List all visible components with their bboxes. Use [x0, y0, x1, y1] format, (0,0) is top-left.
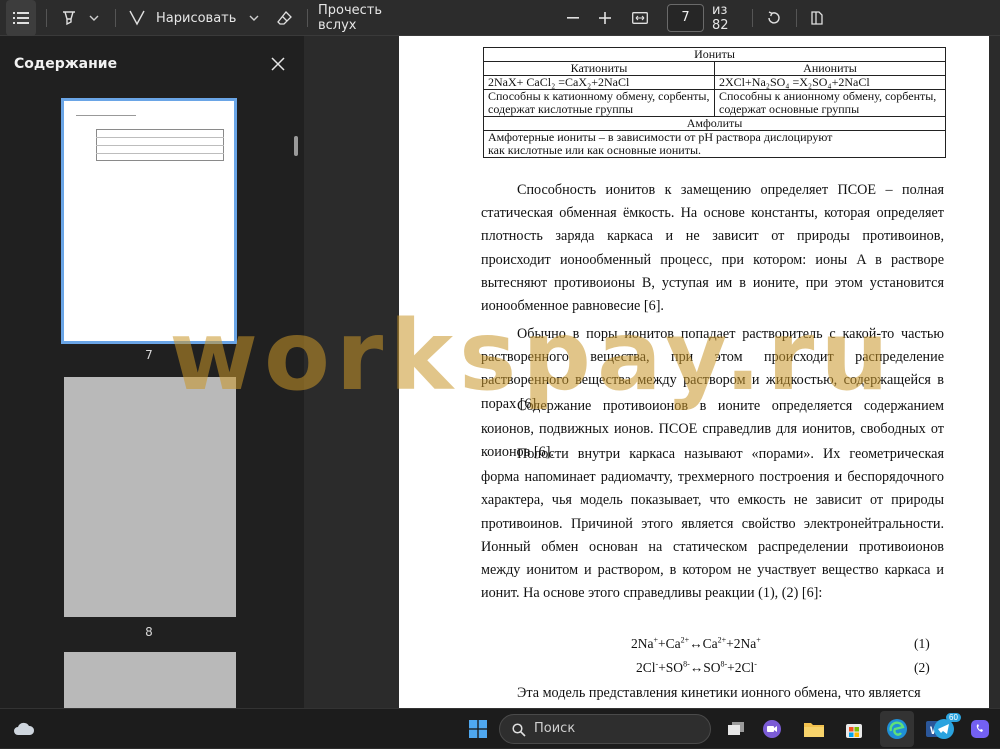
draw-options-button[interactable]	[244, 0, 264, 36]
fit-width-button[interactable]	[626, 0, 654, 36]
toolbar-divider	[307, 9, 308, 27]
formula-number: (1)	[914, 636, 930, 651]
video-chat-icon	[763, 720, 781, 738]
table-cell: Способны к катионному обмену, сорбенты, …	[483, 89, 715, 117]
eraser-button[interactable]	[272, 0, 298, 36]
toolbar-divider	[46, 9, 47, 27]
minus-icon	[567, 17, 579, 19]
sidebar-scrollbar[interactable]	[294, 136, 298, 156]
read-aloud-button[interactable]: Прочесть вслух	[318, 0, 422, 36]
page-thumbnail-number: 7	[145, 348, 153, 362]
contents-panel: Содержание 7 8	[0, 36, 304, 708]
task-view-button[interactable]	[720, 709, 752, 749]
fit-width-icon	[632, 12, 648, 24]
contents-title: Содержание	[14, 56, 118, 72]
toolbar-divider	[752, 9, 753, 27]
page-thumbnail-9[interactable]	[64, 652, 236, 708]
table-cell: 2NaX+ CaCl₂ =CaX₂+2NaCl	[483, 75, 715, 90]
task-view-icon	[728, 722, 744, 735]
chevron-down-icon	[89, 15, 99, 21]
page-thumbnail-number: 8	[145, 625, 153, 639]
video-chat-button[interactable]	[756, 709, 788, 749]
search-label: Поиск	[534, 721, 576, 736]
highlight-button[interactable]	[56, 0, 82, 36]
search-icon	[512, 723, 526, 737]
taskbar: Поиск W 60	[0, 708, 1000, 748]
highlight-options-button[interactable]	[84, 0, 104, 36]
toolbar: Нарисовать Прочесть вслух 7 из 82	[0, 0, 1000, 36]
paragraph: Эта модель представления кинетики ионног…	[517, 685, 921, 701]
taskbar-search[interactable]: Поиск	[499, 714, 711, 744]
table-cell: Амфотерные иониты – в зависимости от pH …	[483, 130, 946, 158]
page-view-icon	[811, 11, 823, 25]
telegram-button[interactable]: 60	[928, 709, 961, 749]
rotate-icon	[768, 11, 780, 24]
reaction-formula-1: 2Na++Ca2+↔Ca2++2Na+	[631, 635, 761, 651]
page-view-button[interactable]	[804, 0, 830, 36]
page-total: из 82	[712, 3, 729, 33]
close-contents-button[interactable]	[266, 52, 290, 76]
paragraph: Полости внутри каркаса называют «порами»…	[481, 446, 944, 602]
table-cell: 2XCl+Na₂SO₄ =X₂SO₄+2NaCl	[714, 75, 946, 90]
page-thumbnail-8[interactable]	[64, 377, 236, 617]
draw-label: Нарисовать	[156, 10, 237, 26]
edge-icon	[887, 719, 907, 739]
reaction-formula-2: 2Cl-+SO8-↔SO8-+2Cl-	[636, 659, 757, 675]
eraser-icon	[277, 11, 292, 25]
document-page: Иониты Катиониты Аниониты 2NaX+ CaCl₂ =C…	[399, 36, 989, 708]
file-explorer-button[interactable]	[798, 709, 830, 749]
telegram-badge: 60	[946, 713, 961, 722]
store-icon	[846, 724, 862, 738]
pen-icon	[129, 10, 145, 26]
toolbar-divider	[115, 9, 116, 27]
page-thumbnail-7[interactable]	[61, 98, 237, 344]
close-icon	[271, 57, 285, 71]
paragraph: Способность ионитов к замещению определя…	[481, 182, 944, 315]
toc-button[interactable]	[6, 0, 36, 36]
document-viewer: Иониты Катиониты Аниониты 2NaX+ CaCl₂ =C…	[304, 36, 1000, 708]
zoom-in-button[interactable]	[592, 0, 618, 36]
plus-icon	[599, 12, 611, 24]
highlighter-icon	[63, 11, 75, 26]
zoom-out-button[interactable]	[560, 0, 586, 36]
table-column-header: Катиониты	[483, 61, 715, 76]
formula-number: (2)	[914, 660, 930, 675]
table-cell: Способны к анионному обмену, сорбенты, с…	[714, 89, 946, 117]
document-scrollbar[interactable]	[992, 36, 998, 708]
toolbar-divider	[796, 9, 797, 27]
weather-cloud-icon	[14, 722, 35, 735]
start-button[interactable]	[462, 709, 494, 749]
chevron-down-icon	[249, 15, 259, 21]
page-number-input[interactable]: 7	[667, 4, 704, 32]
viber-icon	[971, 720, 989, 738]
windows-start-icon	[469, 720, 487, 738]
table-column-header: Аниониты	[714, 61, 946, 76]
ionites-table: Иониты Катиониты Аниониты 2NaX+ CaCl₂ =C…	[483, 47, 946, 158]
viber-button[interactable]	[964, 709, 996, 749]
table-subheader: Амфолиты	[483, 116, 946, 131]
draw-button[interactable]: Нарисовать	[128, 0, 238, 36]
read-aloud-label: Прочесть вслух	[318, 3, 383, 33]
list-icon	[13, 12, 29, 24]
file-explorer-icon	[804, 723, 824, 737]
edge-button[interactable]	[880, 711, 914, 747]
rotate-button[interactable]	[760, 0, 788, 36]
table-header: Иониты	[483, 47, 946, 62]
weather-widget[interactable]	[8, 709, 40, 749]
store-button[interactable]	[838, 709, 870, 749]
